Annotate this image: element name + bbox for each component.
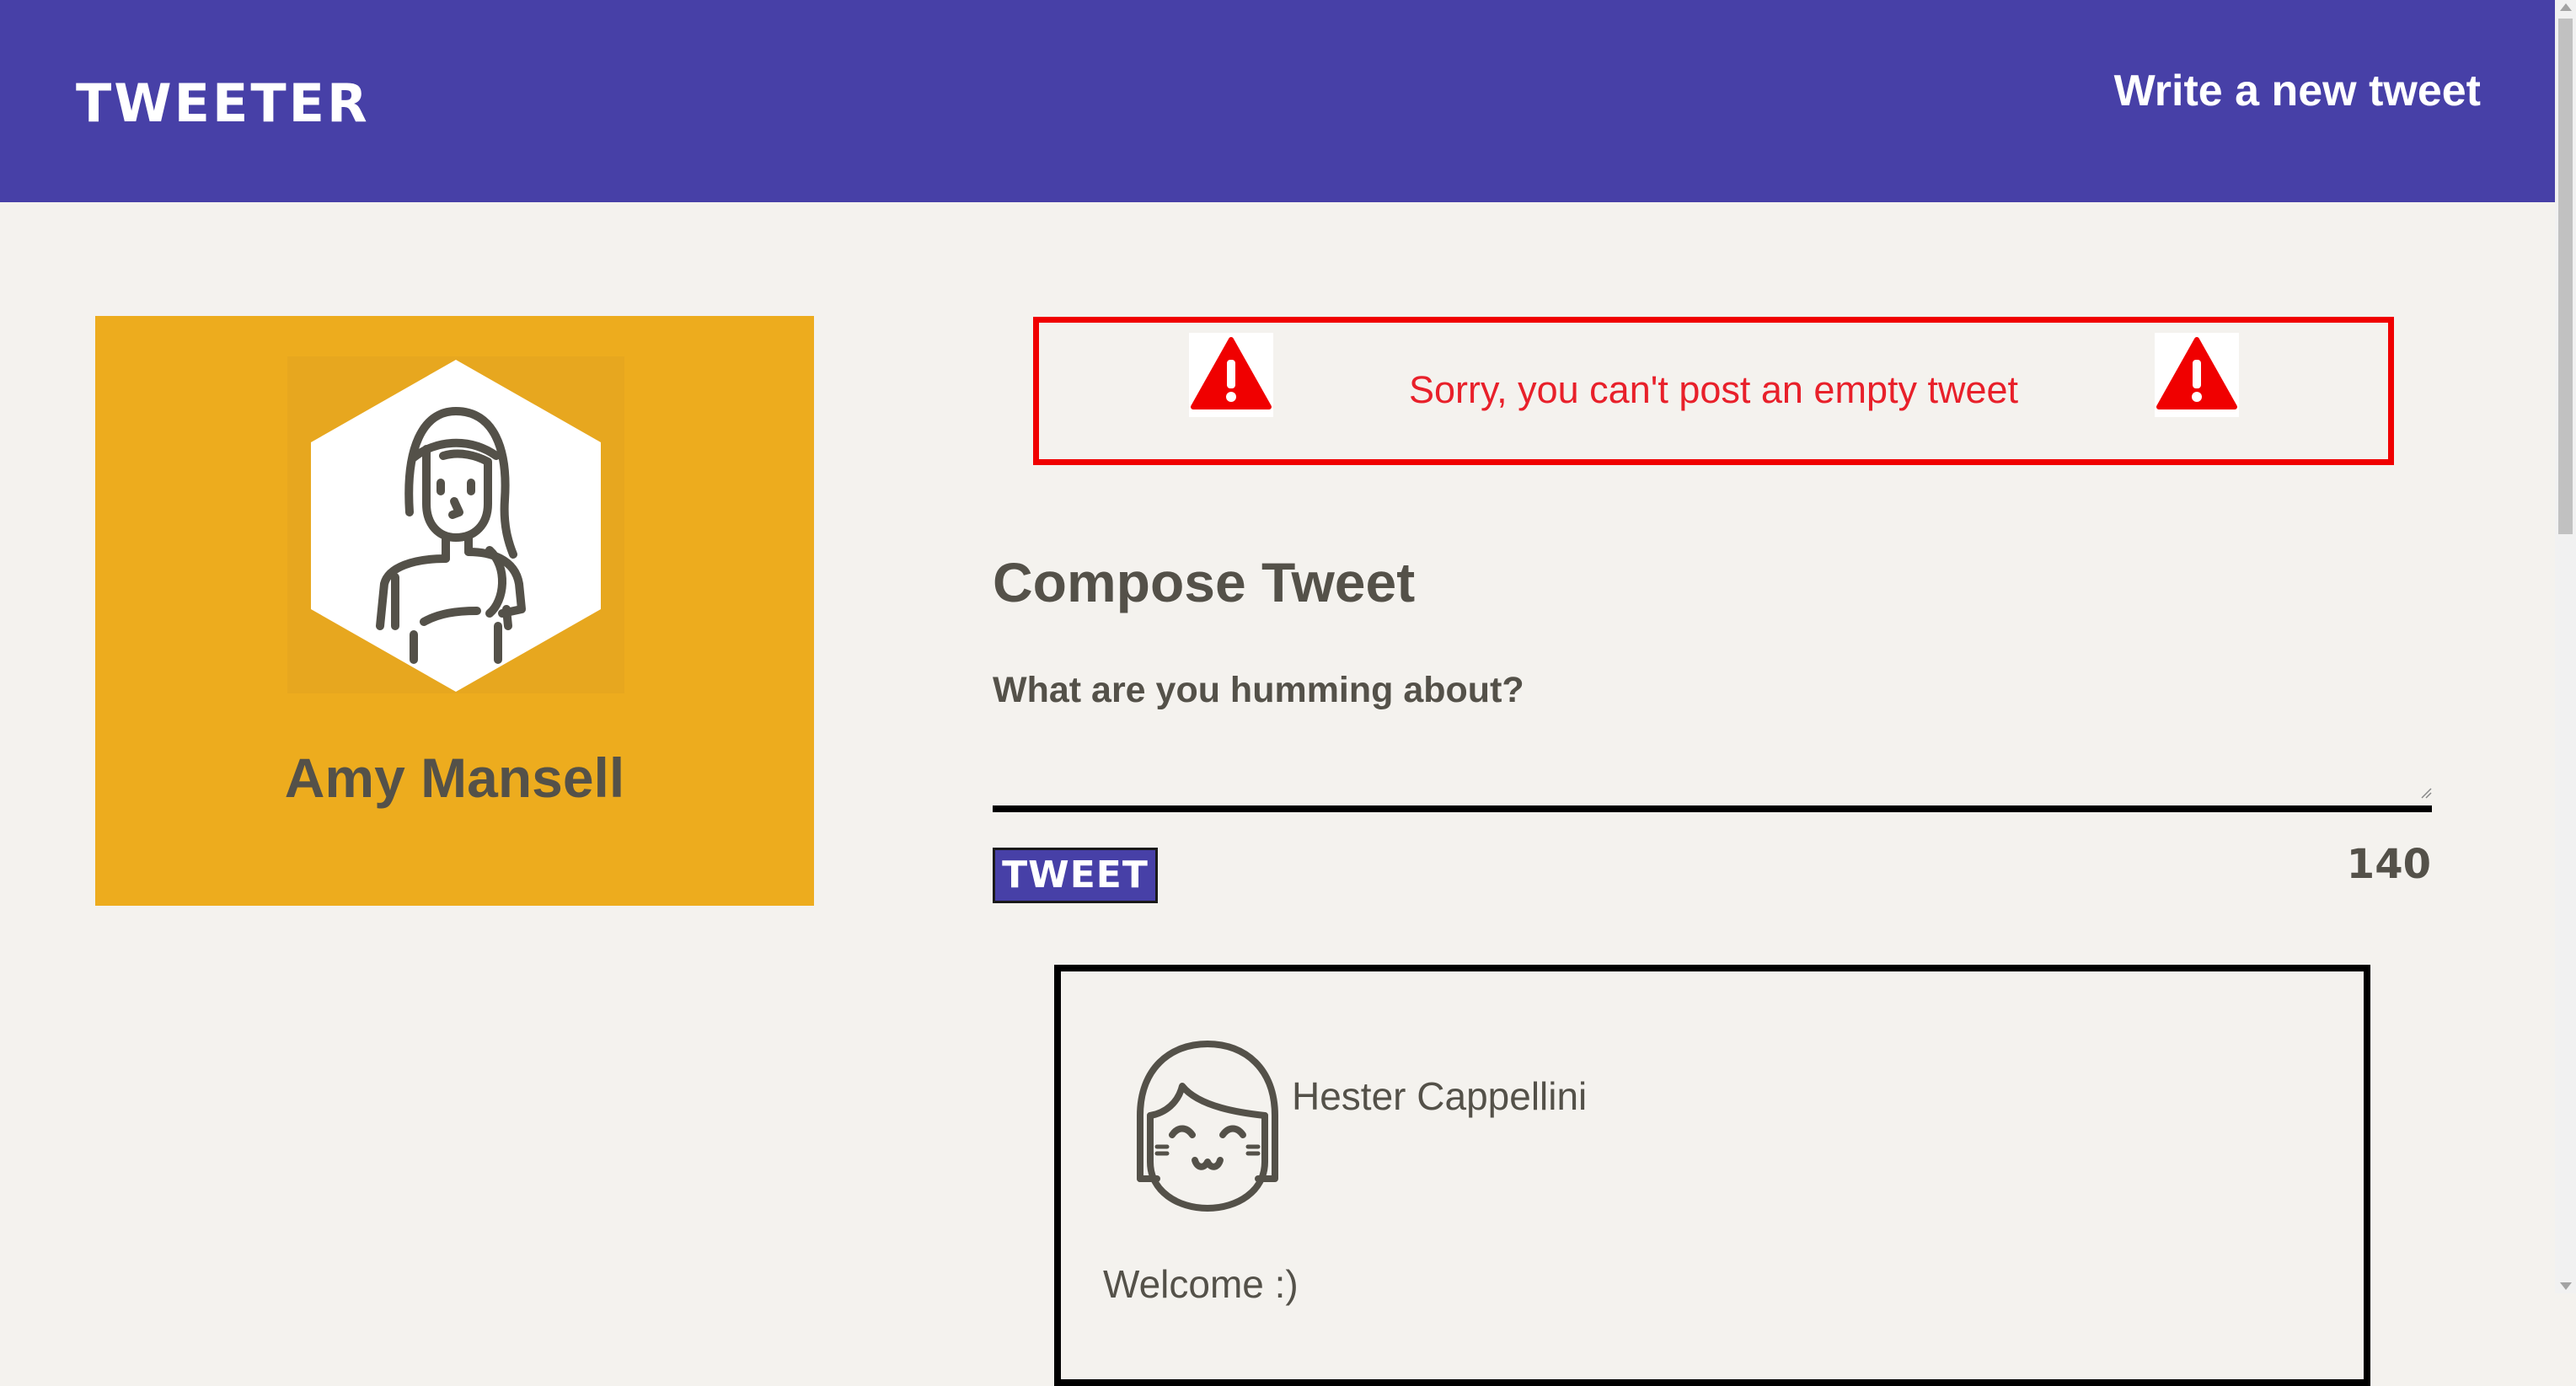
top-nav: TWEETER Write a new tweet [0, 0, 2555, 202]
error-message-box: Sorry, you can't post an empty tweet [1033, 317, 2394, 465]
woman-avatar-icon [287, 356, 624, 693]
tweet-author-name: Hester Cappellini [1292, 1074, 1588, 1118]
compose-title: Compose Tweet [993, 551, 1416, 613]
tweet-text-input[interactable] [993, 725, 2432, 812]
resize-grip-icon[interactable] [2418, 785, 2432, 799]
tweet-card: Hester Cappellini Welcome :) [1054, 965, 2370, 1386]
compose-label: What are you humming about? [993, 670, 1524, 710]
char-counter: 140 [2346, 841, 2431, 888]
write-new-tweet-link[interactable]: Write a new tweet [2114, 69, 2481, 113]
tweet-text: Welcome :) [1103, 1262, 1299, 1306]
girl-avatar-icon [1137, 1041, 1278, 1212]
page-scrollbar[interactable] [2555, 0, 2576, 1293]
profile-name: Amy Mansell [284, 747, 625, 809]
warning-icon [2155, 333, 2239, 417]
profile-avatar [287, 356, 624, 693]
scroll-up-icon[interactable] [2560, 3, 2572, 11]
tweet-submit-button[interactable]: TWEET [993, 848, 1158, 903]
brand-logo[interactable]: TWEETER [76, 78, 370, 130]
scroll-thumb[interactable] [2558, 19, 2573, 534]
scroll-down-icon[interactable] [2560, 1282, 2572, 1290]
profile-card: Amy Mansell [95, 316, 814, 906]
